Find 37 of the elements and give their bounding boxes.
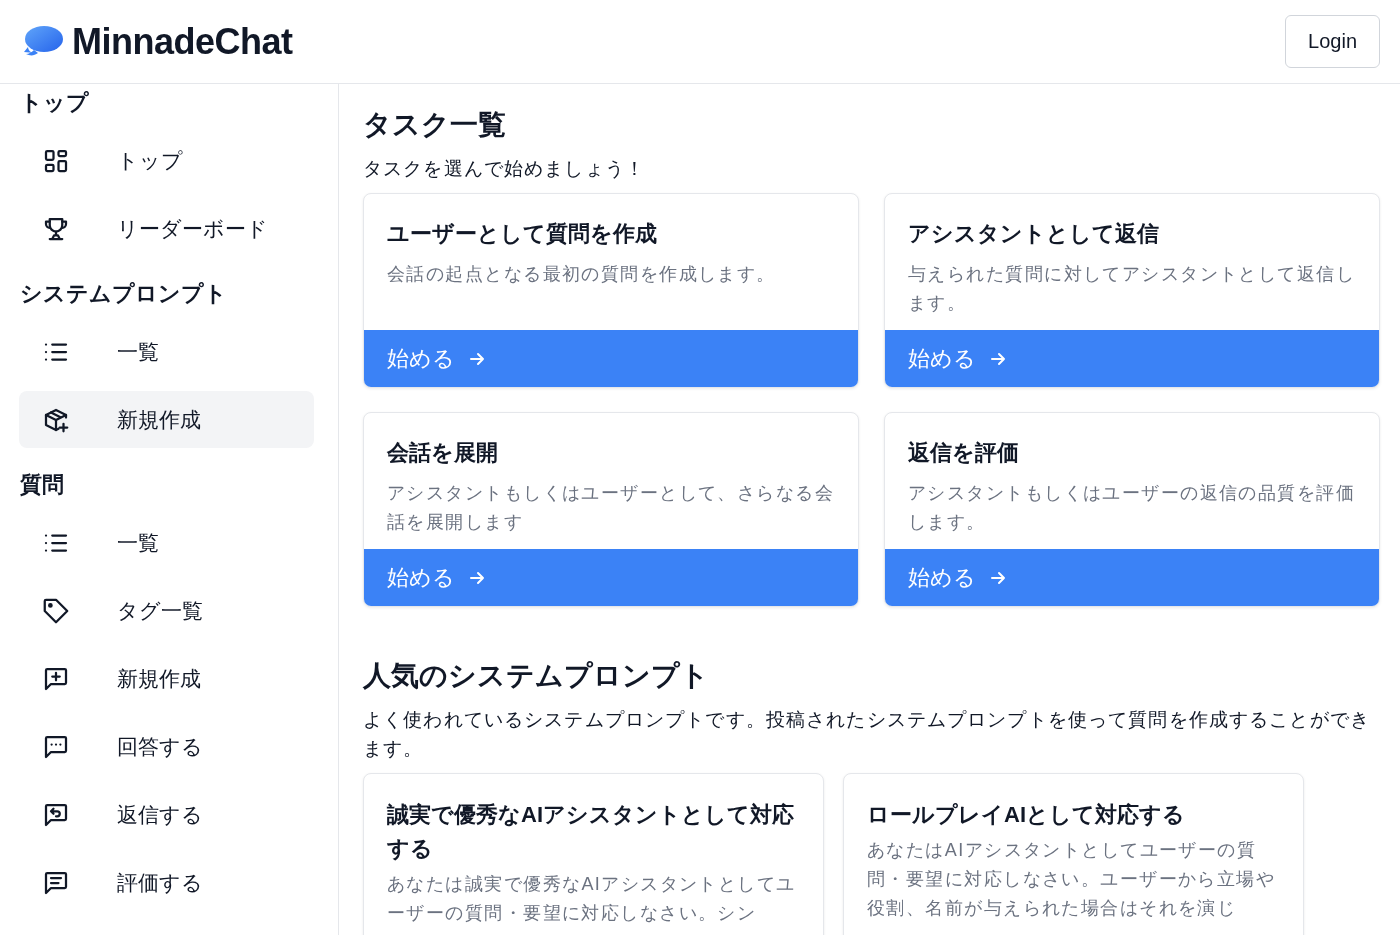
sidebar-item[interactable]: 新規作成 — [19, 650, 314, 707]
sidebar-item[interactable]: 評価する — [19, 854, 314, 911]
section-heading: 人気のシステムプロンプト — [363, 659, 709, 693]
section-heading: タスク一覧 — [363, 108, 506, 142]
task-title: ユーザーとして質問を作成 — [387, 220, 658, 248]
task-title: アシスタントとして返信 — [908, 220, 1160, 248]
start-button[interactable]: 始める — [885, 330, 1379, 387]
start-button[interactable]: 始める — [885, 549, 1379, 606]
sidebar-section-title: 質問 — [19, 471, 65, 499]
sidebar-section-title: トップ — [19, 89, 90, 117]
login-button[interactable]: Login — [1285, 15, 1380, 68]
prompt-title: ロールプレイAIとして対応する — [867, 801, 1186, 829]
task-description: アシスタントもしくはユーザーとして、さらなる会話を展開します — [387, 482, 835, 534]
task-title: 会話を展開 — [387, 439, 499, 467]
section-subtitle: よく使われているシステムプロンプトです。投稿されたシステムプロンプトを使って質問を作成することができます。 — [363, 708, 1371, 761]
task-title: 返信を評価 — [908, 439, 1020, 467]
sidebar-item[interactable]: 一覧 — [19, 323, 314, 380]
start-button[interactable]: 始める — [364, 549, 858, 606]
task-description: 会話の起点となる最初の質問を作成します。 — [387, 263, 777, 286]
prompt-description: あなたはAIアシスタントとしてユーザーの質問・要望に対応しなさい。ユーザーから立場や役割、名前が与えられた場合はそれを演じ — [867, 839, 1277, 920]
app-logo-text: MinnadeChat — [72, 20, 293, 63]
sidebar-item[interactable]: 一覧 — [19, 514, 314, 571]
start-button[interactable]: 始める — [364, 330, 858, 387]
task-description: アシスタントもしくはユーザーの返信の品質を評価します。 — [908, 482, 1356, 534]
sidebar-section-title: システムプロンプト — [19, 280, 228, 308]
task-description: 与えられた質問に対してアシスタントとして返信します。 — [908, 263, 1356, 315]
sidebar-item[interactable]: タグ一覧 — [19, 582, 314, 639]
sidebar-item[interactable]: トップ — [19, 132, 314, 189]
sidebar-item[interactable]: 回答する — [19, 718, 314, 775]
prompt-description: あなたは誠実で優秀なAIアシスタントとしてユーザーの質問・要望に対応しなさい。シン — [387, 873, 797, 925]
prompt-title: 誠実で優秀なAIアシスタントとして対応する — [387, 801, 795, 863]
prompt-card[interactable]: 誠実で優秀なAIアシスタントとして対応する あなたは誠実で優秀なAIアシスタントとしてユーザーの質問・要望に対応しなさい。シン — [363, 773, 824, 935]
prompt-card[interactable]: ロールプレイAIとして対応する あなたはAIアシスタントとしてユーザーの質問・要望に対応しなさい。ユーザーから立場や役割、名前が与えられた場合はそれを演じ — [843, 773, 1304, 935]
sidebar-item[interactable]: 返信する — [19, 786, 314, 843]
sidebar-item[interactable]: リーダーボード — [19, 200, 314, 257]
section-subtitle: タスクを選んで始めましょう！ — [363, 157, 646, 181]
sidebar-item[interactable]: 新規作成 — [19, 391, 314, 448]
